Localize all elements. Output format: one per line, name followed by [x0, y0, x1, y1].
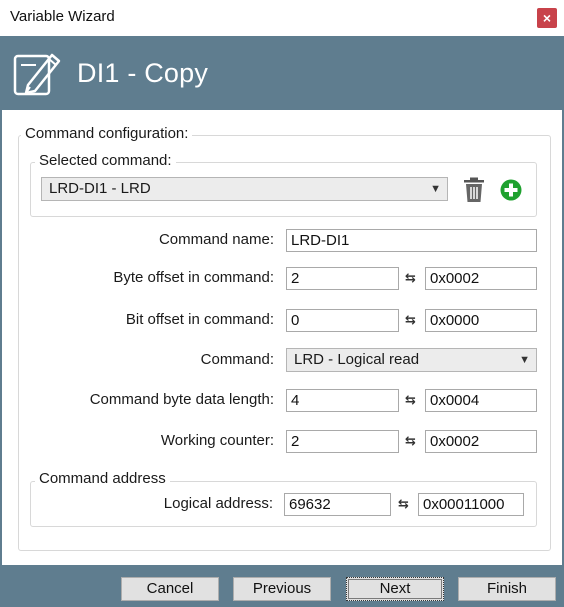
data-length-label: Command byte data length:: [89, 391, 274, 408]
logical-address-label: Logical address:: [163, 495, 273, 512]
working-counter-hex-input[interactable]: 0x0002: [425, 430, 537, 453]
previous-button[interactable]: Previous: [233, 577, 331, 601]
cancel-button[interactable]: Cancel: [121, 577, 219, 601]
header-banner: DI1 - Copy: [0, 36, 564, 110]
byte-offset-label: Byte offset in command:: [113, 269, 274, 286]
bit-offset-input[interactable]: 0: [286, 309, 399, 332]
command-configuration-legend: Command configuration:: [21, 125, 193, 142]
swap-icon: ⇆: [405, 270, 416, 285]
swap-icon: ⇆: [398, 496, 409, 511]
byte-offset-hex-input[interactable]: 0x0002: [425, 267, 537, 290]
close-button[interactable]: ×: [537, 8, 557, 28]
selected-command-value: LRD-DI1 - LRD: [49, 180, 151, 197]
command-name-label: Command name:: [158, 231, 274, 248]
bit-offset-hex-input[interactable]: 0x0000: [425, 309, 537, 332]
edit-document-icon: [12, 47, 66, 99]
byte-offset-input[interactable]: 2: [286, 267, 399, 290]
command-value: LRD - Logical read: [294, 351, 420, 368]
command-name-input[interactable]: LRD-DI1: [286, 229, 537, 252]
selected-command-select[interactable]: LRD-DI1 - LRD ▼: [41, 177, 448, 201]
working-counter-input[interactable]: 2: [286, 430, 399, 453]
chevron-down-icon: ▼: [430, 183, 441, 195]
finish-button[interactable]: Finish: [458, 577, 556, 601]
title-bar: Variable Wizard ×: [0, 0, 564, 36]
next-button[interactable]: Next: [346, 577, 444, 601]
data-length-input[interactable]: 4: [286, 389, 399, 412]
command-address-legend: Command address: [35, 470, 170, 487]
data-length-hex-input[interactable]: 0x0004: [425, 389, 537, 412]
command-label: Command:: [200, 351, 274, 368]
chevron-down-icon: ▼: [519, 354, 530, 366]
bit-offset-label: Bit offset in command:: [125, 311, 274, 328]
swap-icon: ⇆: [405, 392, 416, 407]
trash-icon[interactable]: [463, 177, 485, 203]
command-select[interactable]: LRD - Logical read ▼: [286, 348, 537, 372]
add-circle-icon[interactable]: [500, 179, 522, 201]
swap-icon: ⇆: [405, 433, 416, 448]
selected-command-legend: Selected command:: [35, 152, 176, 169]
window-border-left: [0, 36, 2, 565]
swap-icon: ⇆: [405, 312, 416, 327]
window-title: Variable Wizard: [10, 8, 115, 25]
logical-address-input[interactable]: 69632: [284, 493, 391, 516]
working-counter-label: Working counter:: [160, 432, 274, 449]
logical-address-hex-input[interactable]: 0x00011000: [418, 493, 524, 516]
page-title: DI1 - Copy: [77, 58, 209, 88]
